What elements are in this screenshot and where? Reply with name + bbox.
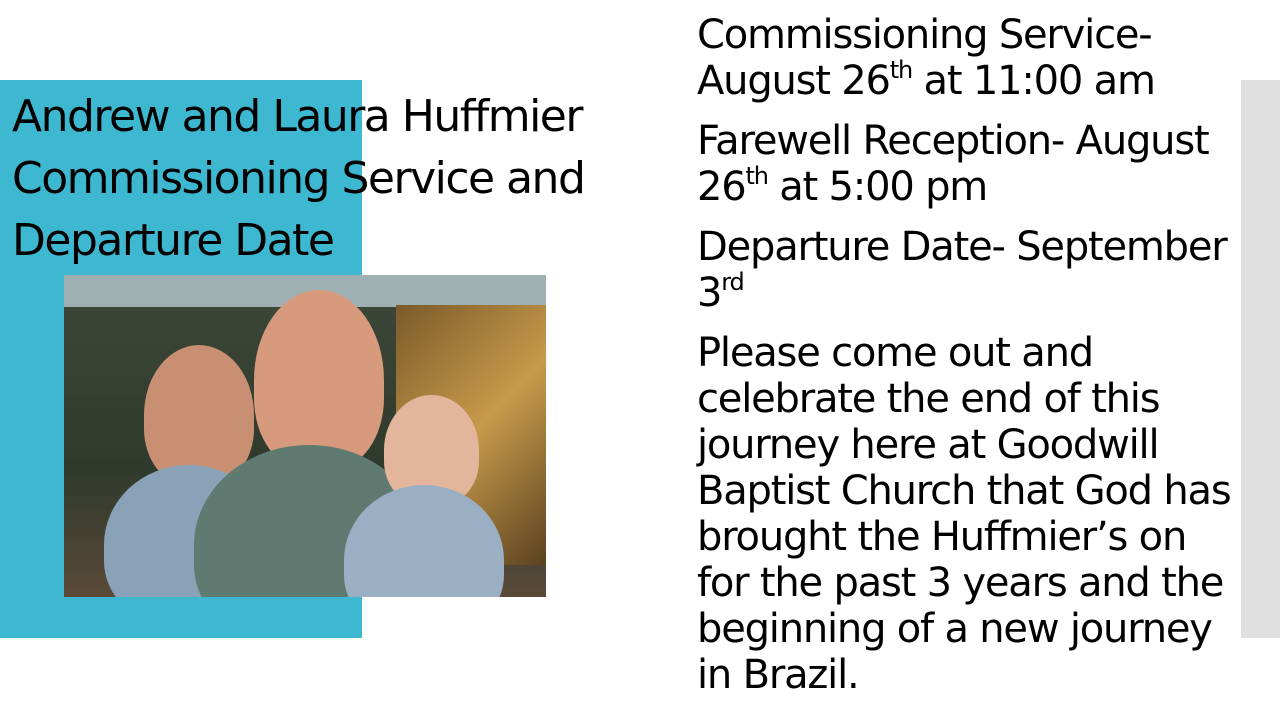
- message-line: Baptist Church that God has: [697, 468, 1232, 514]
- title-line: Andrew and Laura Huffmier: [12, 91, 583, 142]
- title-line: Commissioning Service and: [12, 153, 586, 204]
- slide-title: Andrew and Laura Huffmier Commissioning …: [12, 86, 586, 272]
- message-line: in Brazil.: [697, 652, 860, 698]
- event-reception: Farewell Reception- August 26th at 5:00 …: [697, 118, 1257, 210]
- message-line: Please come out and: [697, 330, 1094, 376]
- message-line: celebrate the end of this: [697, 376, 1161, 422]
- event-details: Commissioning Service- August 26th at 11…: [697, 12, 1257, 698]
- message-line: for the past 3 years and the: [697, 560, 1224, 606]
- event-line: Farewell Reception- August: [697, 118, 1210, 164]
- event-departure: Departure Date- September 3rd: [697, 224, 1257, 316]
- event-line: Departure Date- September: [697, 224, 1228, 270]
- invitation-message: Please come out and celebrate the end of…: [697, 330, 1257, 698]
- event-line: 26th at 5:00 pm: [697, 162, 988, 210]
- event-commissioning: Commissioning Service- August 26th at 11…: [697, 12, 1257, 104]
- event-line: August 26th at 11:00 am: [697, 56, 1156, 104]
- message-line: brought the Huffmier’s on: [697, 514, 1187, 560]
- event-line: Commissioning Service-: [697, 12, 1153, 58]
- event-line: 3rd: [697, 268, 745, 316]
- title-line: Departure Date: [12, 215, 335, 266]
- message-line: beginning of a new journey: [697, 606, 1213, 652]
- family-photo: [64, 275, 546, 597]
- message-line: journey here at Goodwill: [697, 422, 1160, 468]
